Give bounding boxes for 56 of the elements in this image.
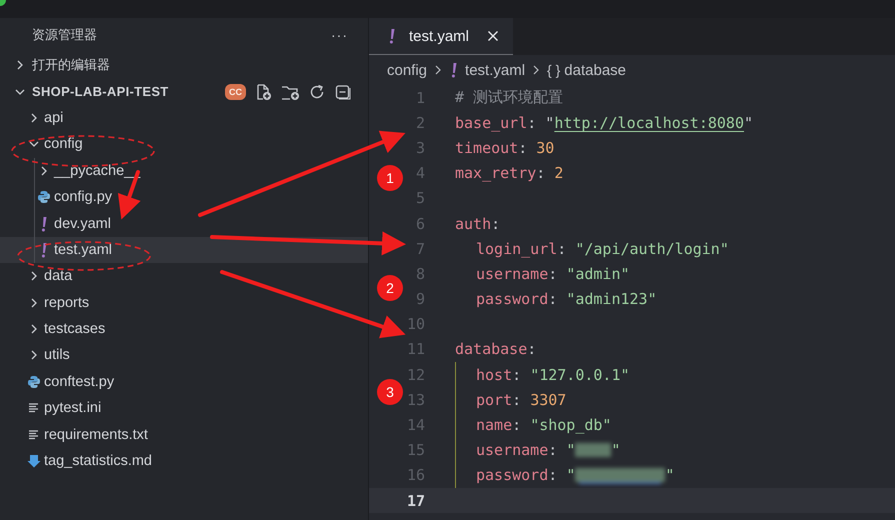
file-tree-item[interactable]: testcases [0, 316, 368, 342]
code-text: password: " [476, 466, 576, 484]
code-text: # 测试环境配置 [455, 88, 564, 108]
file-tree-item[interactable]: utils [0, 342, 368, 369]
exclamation-icon [39, 216, 49, 232]
collapse-all-icon[interactable] [334, 82, 352, 101]
file-tree-item[interactable]: pytest.ini [0, 395, 368, 422]
number-badge: 3 [377, 379, 403, 405]
file-tree-item[interactable]: dev.yaml [0, 210, 368, 237]
python-icon [27, 374, 41, 389]
line-number: 17 [406, 492, 425, 510]
code-text: host: "127.0.0.1" [476, 366, 630, 384]
code-text: max_retry: 2 [455, 164, 564, 182]
close-icon[interactable] [487, 30, 500, 42]
panel-title: 资源管理器 [32, 26, 97, 44]
code-text: base_url: "http://localhost:8080" [455, 114, 754, 132]
breadcrumb-item[interactable]: config [387, 62, 428, 78]
file-tree-item[interactable]: data [0, 263, 368, 290]
code-text: name: "shop_db" [476, 416, 612, 434]
breadcrumb-item[interactable]: test.yaml [465, 62, 526, 78]
code-text: database: [455, 340, 536, 358]
chevron-right-icon [531, 64, 542, 76]
section-header[interactable]: SHOP-LAB-API-TEST CC [0, 78, 368, 105]
refresh-icon[interactable] [308, 82, 326, 101]
file-tree-item[interactable]: tag_statistics.md [0, 448, 368, 474]
code-text: username: "admin" [476, 264, 630, 283]
file-tree-item[interactable]: config.py [0, 184, 368, 210]
code-text: login_url: "/api/auth/login" [476, 240, 729, 258]
braces-icon: { } [547, 62, 560, 78]
file-tree-item[interactable]: requirements.txt [0, 421, 368, 448]
code-text: username: " [476, 441, 576, 460]
code-text: " [665, 466, 674, 484]
file-tree-item[interactable]: __pycache__ [0, 158, 368, 184]
python-icon [37, 190, 51, 204]
file-tree-item[interactable]: config [0, 131, 368, 158]
more-button[interactable]: ··· [331, 27, 348, 43]
file-tree-item[interactable]: reports [0, 290, 368, 316]
lines-icon [27, 428, 41, 442]
down-arrow-icon [27, 454, 41, 468]
exclamation-icon [387, 28, 397, 44]
chevron-right-icon [433, 64, 444, 76]
exclamation-icon [449, 62, 460, 78]
code-text: timeout: 30 [455, 138, 554, 157]
editor-tab[interactable]: test.yaml [369, 18, 514, 55]
breadcrumb-item[interactable]: database [564, 62, 626, 78]
code-text: port: 3307 [476, 390, 566, 409]
file-tree-item[interactable]: api [0, 104, 368, 132]
file-tree-item[interactable]: conftest.py [0, 368, 368, 396]
section-header[interactable]: 打开的编辑器 [0, 52, 368, 78]
code-text: password: "admin123" [476, 290, 657, 308]
number-badge: 1 [377, 165, 403, 191]
code-text: auth: [455, 214, 500, 233]
number-badge: 2 [377, 275, 403, 301]
file-tree-item[interactable]: test.yaml [0, 236, 368, 264]
code-text: " [611, 441, 620, 460]
exclamation-icon [39, 242, 49, 258]
